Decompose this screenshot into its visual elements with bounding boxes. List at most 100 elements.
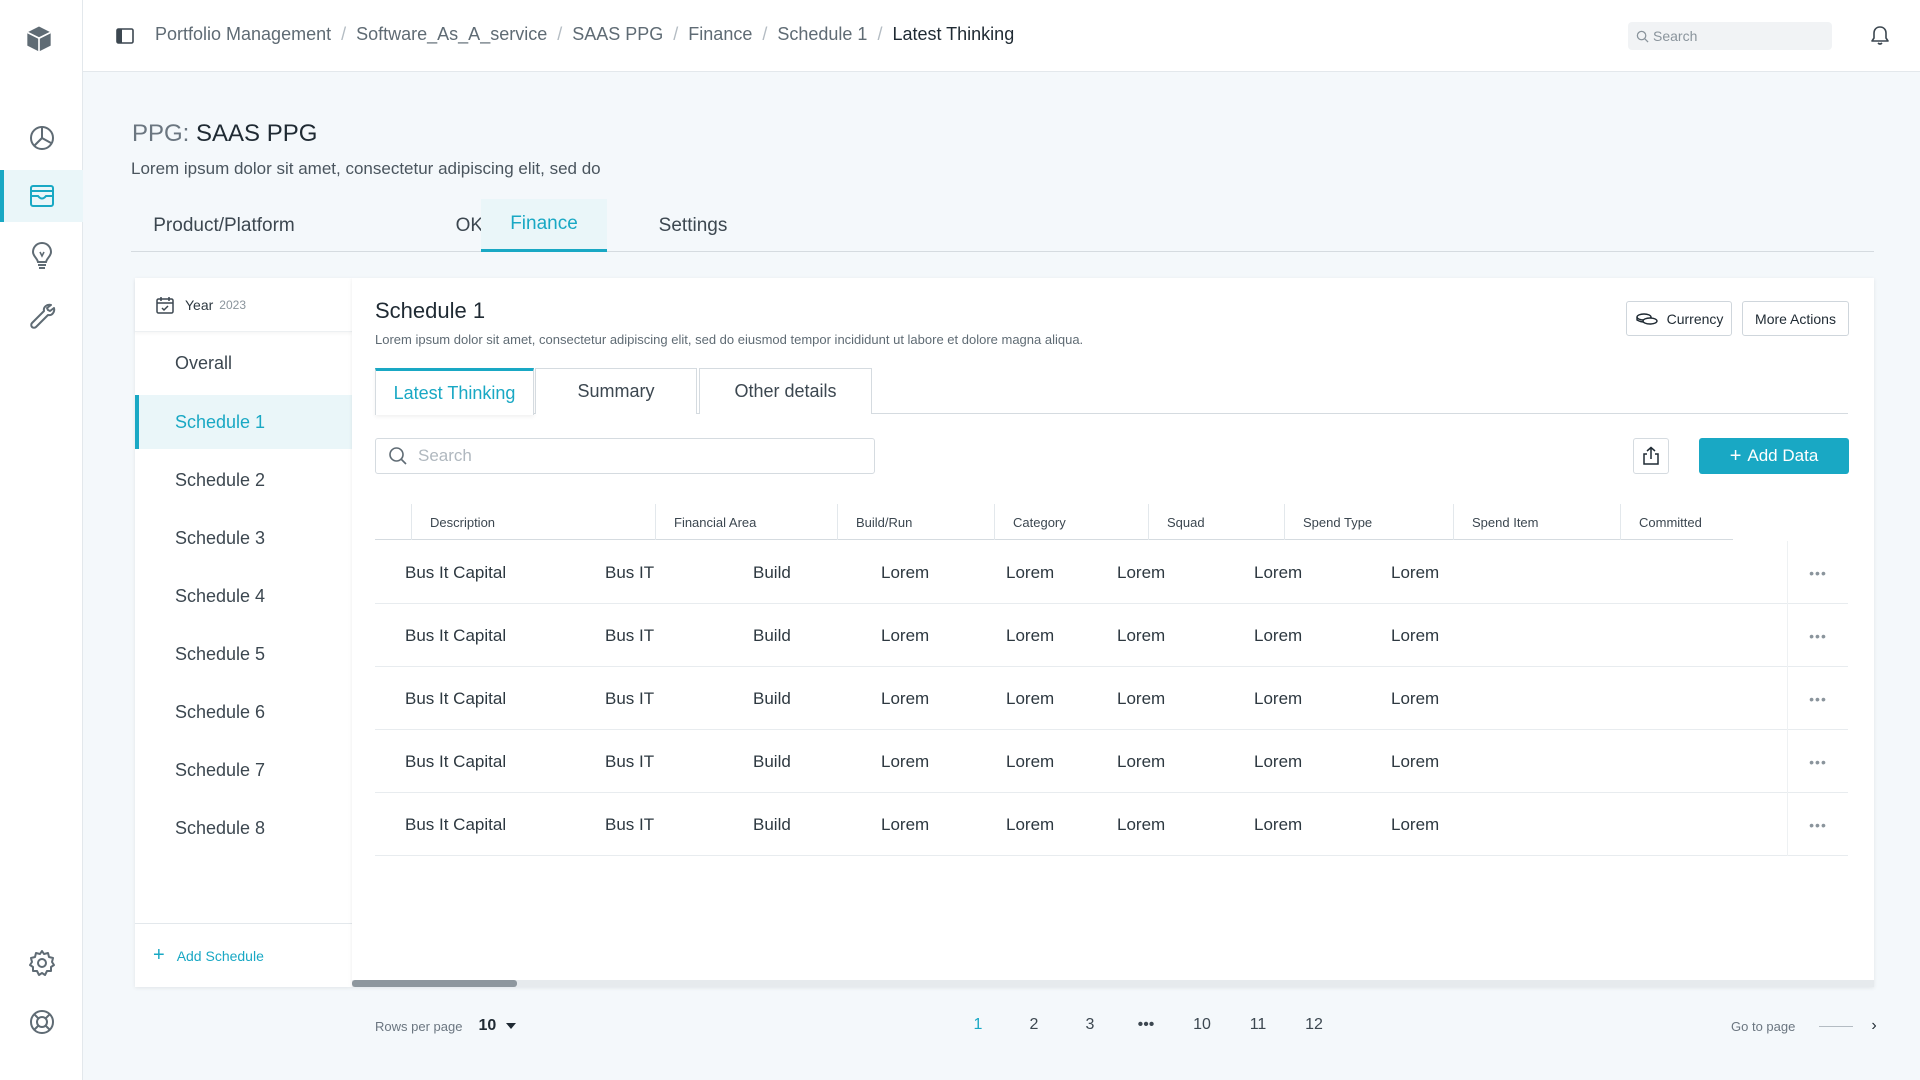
chevron-right-icon[interactable]: ›: [1871, 1017, 1876, 1035]
go-to-page-input[interactable]: [1819, 1025, 1854, 1027]
schedule-item-overall[interactable]: Overall: [135, 336, 352, 390]
schedule-item-2[interactable]: Schedule 2: [135, 453, 352, 507]
page-button[interactable]: 3: [1062, 1012, 1118, 1038]
nav-ideas-icon[interactable]: [0, 229, 83, 281]
schedule-item-4[interactable]: Schedule 4: [135, 569, 352, 623]
sidebar-toggle-icon[interactable]: [115, 26, 135, 46]
rows-per-page: Rows per page 10: [375, 1017, 517, 1035]
cell-category: Lorem: [881, 625, 930, 645]
breadcrumb-item[interactable]: SAAS PPG: [572, 24, 663, 45]
help-lifebuoy-icon[interactable]: [0, 996, 83, 1048]
tab-latest-thinking[interactable]: Latest Thinking: [375, 368, 534, 415]
column-header-squad[interactable]: Squad: [1148, 504, 1284, 540]
breadcrumb-item[interactable]: Finance: [688, 24, 752, 45]
year-selector[interactable]: Year 2023: [135, 278, 352, 332]
table-search[interactable]: [375, 438, 875, 474]
cell-squad: Lorem: [1006, 562, 1055, 582]
row-more-options-icon[interactable]: •••: [1787, 541, 1848, 604]
row-more-options-icon[interactable]: •••: [1787, 730, 1848, 793]
cell-spend-type: Lorem: [1117, 751, 1166, 771]
schedule-list-panel: Year 2023 Overall Schedule 1 Schedule 2 …: [135, 278, 352, 987]
global-search[interactable]: [1628, 22, 1832, 50]
rows-per-page-select[interactable]: 10: [478, 1017, 496, 1035]
add-data-button[interactable]: + Add Data: [1699, 438, 1849, 474]
page-button[interactable]: 10: [1174, 1012, 1230, 1038]
settings-gear-icon[interactable]: [0, 937, 83, 989]
tab-summary[interactable]: Summary: [535, 368, 697, 414]
column-header-category[interactable]: Category: [994, 504, 1148, 540]
table-search-input[interactable]: [418, 446, 858, 466]
table-row[interactable]: Bus It Capital Bus IT Build Lorem Lorem Lorem…: [375, 541, 1848, 604]
page-title: PPG: SAAS PPG: [132, 120, 317, 148]
cell-financial-area: Bus IT: [605, 625, 655, 645]
page-button[interactable]: 1: [950, 1012, 1006, 1038]
schedule-item-1[interactable]: Schedule 1: [135, 395, 352, 449]
year-value: 2023: [219, 297, 246, 312]
schedule-item-8[interactable]: Schedule 8: [135, 801, 352, 855]
cell-build-run: Build: [753, 625, 791, 645]
currency-button[interactable]: Currency: [1626, 301, 1732, 336]
go-to-page-label: Go to page: [1731, 1018, 1796, 1034]
cell-committed: Lorem: [1391, 562, 1440, 582]
scrollbar-thumb[interactable]: [352, 980, 517, 987]
breadcrumb-item[interactable]: Software_As_A_service: [356, 24, 547, 45]
page-ellipsis[interactable]: •••: [1118, 1012, 1174, 1038]
row-more-options-icon[interactable]: •••: [1787, 667, 1848, 730]
breadcrumb-separator: /: [877, 24, 883, 44]
column-header-committed[interactable]: Committed: [1620, 504, 1733, 540]
global-search-input[interactable]: [1653, 28, 1823, 44]
notification-bell-icon[interactable]: [1869, 24, 1891, 46]
share-export-icon: [1643, 446, 1659, 465]
cell-description: Bus It Capital: [405, 751, 507, 771]
table-row[interactable]: Bus It Capital Bus IT Build Lorem Lorem Lorem…: [375, 793, 1848, 856]
cell-spend-item: Lorem: [1254, 688, 1303, 708]
app-logo-icon[interactable]: [24, 24, 60, 60]
cell-squad: Lorem: [1006, 625, 1055, 645]
cell-committed: Lorem: [1391, 625, 1440, 645]
schedule-item-7[interactable]: Schedule 7: [135, 743, 352, 797]
calendar-icon: [156, 296, 174, 314]
export-button[interactable]: [1633, 438, 1669, 474]
add-schedule-label: Add Schedule: [176, 947, 264, 964]
caret-down-icon[interactable]: [506, 1023, 517, 1029]
cell-committed: Lorem: [1391, 688, 1440, 708]
column-header-description[interactable]: Description: [411, 504, 655, 540]
left-rail: [0, 0, 83, 1080]
plus-icon: +: [153, 944, 165, 966]
more-actions-button[interactable]: More Actions: [1742, 301, 1849, 336]
page-button[interactable]: 12: [1286, 1012, 1342, 1038]
horizontal-scrollbar[interactable]: [352, 980, 1874, 987]
row-more-options-icon[interactable]: •••: [1787, 793, 1848, 856]
page-button[interactable]: 11: [1230, 1012, 1286, 1038]
search-icon: [1636, 30, 1649, 43]
main-tabs: Product/Platform OKRs Finance Settings: [131, 199, 1874, 252]
row-more-options-icon[interactable]: •••: [1787, 604, 1848, 667]
schedule-item-6[interactable]: Schedule 6: [135, 685, 352, 739]
tab-settings[interactable]: Settings: [645, 199, 741, 252]
breadcrumb-item[interactable]: Portfolio Management: [155, 24, 331, 45]
cell-spend-type: Lorem: [1117, 625, 1166, 645]
year-label: Year: [185, 296, 214, 313]
page-button[interactable]: 2: [1006, 1012, 1062, 1038]
tab-finance[interactable]: Finance: [481, 199, 607, 252]
column-header-build-run[interactable]: Build/Run: [837, 504, 994, 540]
table-row[interactable]: Bus It Capital Bus IT Build Lorem Lorem Lorem…: [375, 667, 1848, 730]
add-schedule-button[interactable]: + Add Schedule: [135, 923, 352, 987]
cell-spend-item: Lorem: [1254, 625, 1303, 645]
tab-product-platform[interactable]: Product/Platform: [131, 199, 317, 252]
schedule-item-3[interactable]: Schedule 3: [135, 511, 352, 565]
cell-build-run: Build: [753, 751, 791, 771]
table-row[interactable]: Bus It Capital Bus IT Build Lorem Lorem Lorem…: [375, 730, 1848, 793]
tab-other-details[interactable]: Other details: [699, 368, 872, 414]
nav-tools-icon[interactable]: [0, 290, 83, 342]
nav-dashboard-icon[interactable]: [0, 112, 83, 164]
currency-label: Currency: [1666, 310, 1724, 327]
column-header-financial-area[interactable]: Financial Area: [655, 504, 837, 540]
breadcrumb-item[interactable]: Schedule 1: [777, 24, 867, 45]
table-row[interactable]: Bus It Capital Bus IT Build Lorem Lorem Lorem…: [375, 604, 1848, 667]
add-data-label: Add Data: [1747, 446, 1819, 465]
schedule-item-5[interactable]: Schedule 5: [135, 627, 352, 681]
column-header-spend-item[interactable]: Spend Item: [1453, 504, 1620, 540]
column-header-spend-type[interactable]: Spend Type: [1284, 504, 1453, 540]
nav-inbox-icon[interactable]: [0, 170, 83, 222]
